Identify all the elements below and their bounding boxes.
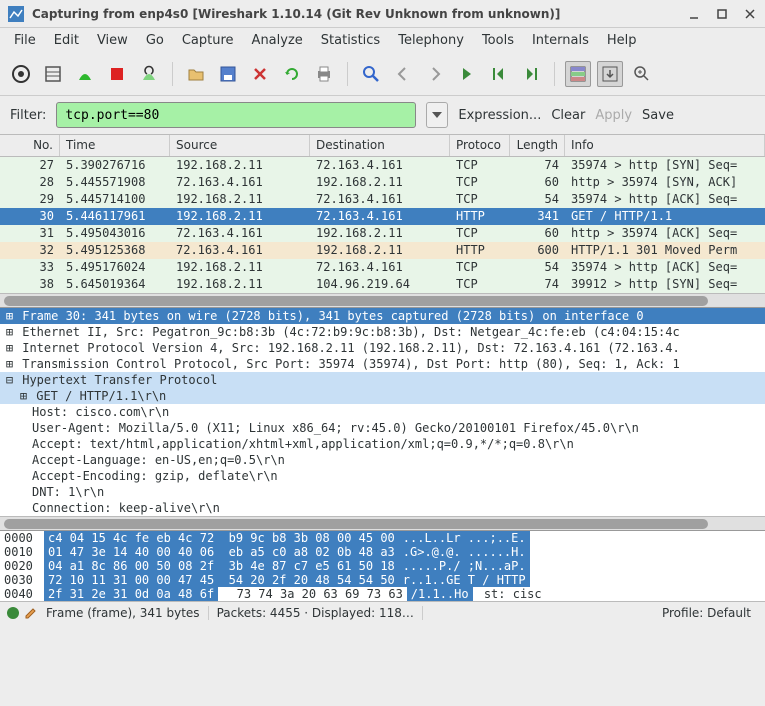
start-capture-icon[interactable] bbox=[72, 61, 98, 87]
titlebar: Capturing from enp4s0 [Wireshark 1.10.14… bbox=[0, 0, 765, 28]
menu-capture[interactable]: Capture bbox=[174, 30, 242, 51]
details-lang[interactable]: Accept-Language: en-US,en;q=0.5\r\n bbox=[0, 452, 765, 468]
window-title: Capturing from enp4s0 [Wireshark 1.10.14… bbox=[32, 7, 687, 21]
packet-row[interactable]: 305.446117961192.168.2.1172.163.4.161HTT… bbox=[0, 208, 765, 225]
go-last-icon[interactable] bbox=[518, 61, 544, 87]
details-accept[interactable]: Accept: text/html,application/xhtml+xml,… bbox=[0, 436, 765, 452]
menu-tools[interactable]: Tools bbox=[474, 30, 522, 51]
clear-button[interactable]: Clear bbox=[551, 108, 585, 123]
details-dnt[interactable]: DNT: 1\r\n bbox=[0, 484, 765, 500]
column-protocol[interactable]: Protoco bbox=[450, 135, 510, 156]
hex-row[interactable]: 001001 47 3e 14 40 00 40 06 eb a5 c0 a8 … bbox=[0, 545, 765, 559]
app-icon bbox=[8, 6, 24, 22]
go-back-icon[interactable] bbox=[390, 61, 416, 87]
column-no[interactable]: No. bbox=[0, 135, 60, 156]
details-frame[interactable]: ⊞ Frame 30: 341 bytes on wire (2728 bits… bbox=[0, 308, 765, 324]
details-scrollbar[interactable] bbox=[0, 516, 765, 530]
menu-help[interactable]: Help bbox=[599, 30, 645, 51]
packet-list-header: No. Time Source Destination Protoco Leng… bbox=[0, 135, 765, 157]
details-ip[interactable]: ⊞ Internet Protocol Version 4, Src: 192.… bbox=[0, 340, 765, 356]
packet-scrollbar[interactable] bbox=[0, 293, 765, 307]
save-button[interactable]: Save bbox=[642, 108, 674, 123]
menu-go[interactable]: Go bbox=[138, 30, 172, 51]
expert-info-icon[interactable] bbox=[6, 606, 20, 620]
column-length[interactable]: Length bbox=[510, 135, 565, 156]
packet-row[interactable]: 295.445714100192.168.2.1172.163.4.161TCP… bbox=[0, 191, 765, 208]
filter-dropdown[interactable] bbox=[426, 102, 448, 128]
column-source[interactable]: Source bbox=[170, 135, 310, 156]
menu-view[interactable]: View bbox=[89, 30, 136, 51]
packet-row[interactable]: 335.495176024192.168.2.1172.163.4.161TCP… bbox=[0, 259, 765, 276]
column-time[interactable]: Time bbox=[60, 135, 170, 156]
menu-file[interactable]: File bbox=[6, 30, 44, 51]
column-info[interactable]: Info bbox=[565, 135, 765, 156]
close-file-icon[interactable] bbox=[247, 61, 273, 87]
status-frame: Frame (frame), 341 bytes bbox=[38, 606, 209, 620]
menu-analyze[interactable]: Analyze bbox=[244, 30, 311, 51]
stop-capture-icon[interactable] bbox=[104, 61, 130, 87]
packet-details: ⊞ Frame 30: 341 bytes on wire (2728 bits… bbox=[0, 307, 765, 530]
go-forward-icon[interactable] bbox=[422, 61, 448, 87]
print-icon[interactable] bbox=[311, 61, 337, 87]
menu-statistics[interactable]: Statistics bbox=[313, 30, 388, 51]
open-file-icon[interactable] bbox=[183, 61, 209, 87]
colorize-icon[interactable] bbox=[565, 61, 591, 87]
hex-row[interactable]: 00402f 31 2e 31 0d 0a 48 6f 73 74 3a 20 … bbox=[0, 587, 765, 601]
filter-input[interactable] bbox=[56, 102, 416, 128]
zoom-in-icon[interactable] bbox=[629, 61, 655, 87]
details-get[interactable]: ⊞ GET / HTTP/1.1\r\n bbox=[0, 388, 765, 404]
packet-row[interactable]: 285.44557190872.163.4.161192.168.2.11TCP… bbox=[0, 174, 765, 191]
status-profile[interactable]: Profile: Default bbox=[654, 606, 759, 620]
toolbar-separator bbox=[172, 62, 173, 86]
packet-row[interactable]: 275.390276716192.168.2.1172.163.4.161TCP… bbox=[0, 157, 765, 174]
packet-row[interactable]: 315.49504301672.163.4.161192.168.2.11TCP… bbox=[0, 225, 765, 242]
hex-row[interactable]: 003072 10 11 31 00 00 47 45 54 20 2f 20 … bbox=[0, 573, 765, 587]
details-ethernet[interactable]: ⊞ Ethernet II, Src: Pegatron_9c:b8:3b (4… bbox=[0, 324, 765, 340]
options-icon[interactable] bbox=[40, 61, 66, 87]
filter-bar: Filter: Expression... Clear Apply Save bbox=[0, 96, 765, 134]
menu-internals[interactable]: Internals bbox=[524, 30, 597, 51]
restart-capture-icon[interactable] bbox=[136, 61, 162, 87]
menu-edit[interactable]: Edit bbox=[46, 30, 87, 51]
details-host[interactable]: Host: cisco.com\r\n bbox=[0, 404, 765, 420]
close-button[interactable] bbox=[743, 7, 757, 21]
apply-button[interactable]: Apply bbox=[595, 108, 632, 123]
menu-telephony[interactable]: Telephony bbox=[390, 30, 472, 51]
find-icon[interactable] bbox=[358, 61, 384, 87]
go-first-icon[interactable] bbox=[486, 61, 512, 87]
toolbar bbox=[0, 52, 765, 96]
column-destination[interactable]: Destination bbox=[310, 135, 450, 156]
menubar: File Edit View Go Capture Analyze Statis… bbox=[0, 28, 765, 52]
maximize-button[interactable] bbox=[715, 7, 729, 21]
toolbar-separator bbox=[554, 62, 555, 86]
details-tcp[interactable]: ⊞ Transmission Control Protocol, Src Por… bbox=[0, 356, 765, 372]
hex-row[interactable]: 002004 a1 8c 86 00 50 08 2f 3b 4e 87 c7 … bbox=[0, 559, 765, 573]
details-enc[interactable]: Accept-Encoding: gzip, deflate\r\n bbox=[0, 468, 765, 484]
packet-row[interactable]: 325.49512536872.163.4.161192.168.2.11HTT… bbox=[0, 242, 765, 259]
interfaces-icon[interactable] bbox=[8, 61, 34, 87]
status-packets: Packets: 4455 · Displayed: 118… bbox=[209, 606, 423, 620]
edit-icon[interactable] bbox=[24, 606, 38, 620]
hex-view: 0000c4 04 15 4c fe eb 4c 72 b9 9c b8 3b … bbox=[0, 530, 765, 601]
autoscroll-icon[interactable] bbox=[597, 61, 623, 87]
details-http[interactable]: ⊟ Hypertext Transfer Protocol bbox=[0, 372, 765, 388]
reload-icon[interactable] bbox=[279, 61, 305, 87]
filter-label: Filter: bbox=[10, 108, 46, 123]
hex-row[interactable]: 0000c4 04 15 4c fe eb 4c 72 b9 9c b8 3b … bbox=[0, 531, 765, 545]
details-conn[interactable]: Connection: keep-alive\r\n bbox=[0, 500, 765, 516]
expression-button[interactable]: Expression... bbox=[458, 108, 541, 123]
statusbar: Frame (frame), 341 bytes Packets: 4455 ·… bbox=[0, 601, 765, 623]
go-to-packet-icon[interactable] bbox=[454, 61, 480, 87]
minimize-button[interactable] bbox=[687, 7, 701, 21]
packet-list: No. Time Source Destination Protoco Leng… bbox=[0, 134, 765, 307]
toolbar-separator bbox=[347, 62, 348, 86]
save-icon[interactable] bbox=[215, 61, 241, 87]
details-ua[interactable]: User-Agent: Mozilla/5.0 (X11; Linux x86_… bbox=[0, 420, 765, 436]
packet-row[interactable]: 385.645019364192.168.2.11104.96.219.64TC… bbox=[0, 276, 765, 293]
